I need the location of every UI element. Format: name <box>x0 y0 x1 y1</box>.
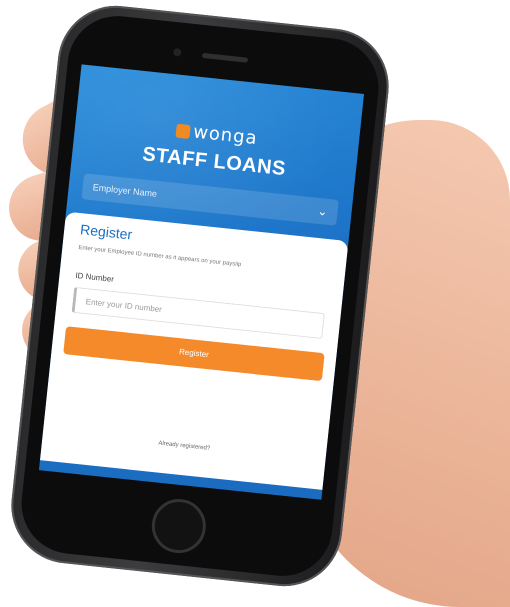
register-subtitle: Enter your Employee ID number as it appe… <box>78 245 242 269</box>
brand-mark-icon <box>175 123 191 140</box>
photo-scene: wonga STAFF LOANS Employer Name ⌄ Regist… <box>0 0 510 607</box>
id-number-label: ID Number <box>75 270 115 284</box>
register-heading: Register <box>79 221 134 243</box>
smartphone: wonga STAFF LOANS Employer Name ⌄ Regist… <box>5 0 395 592</box>
chevron-down-icon: ⌄ <box>316 203 329 219</box>
app-screen: wonga STAFF LOANS Employer Name ⌄ Regist… <box>38 64 365 500</box>
employer-select-value: Employer Name <box>92 182 158 199</box>
